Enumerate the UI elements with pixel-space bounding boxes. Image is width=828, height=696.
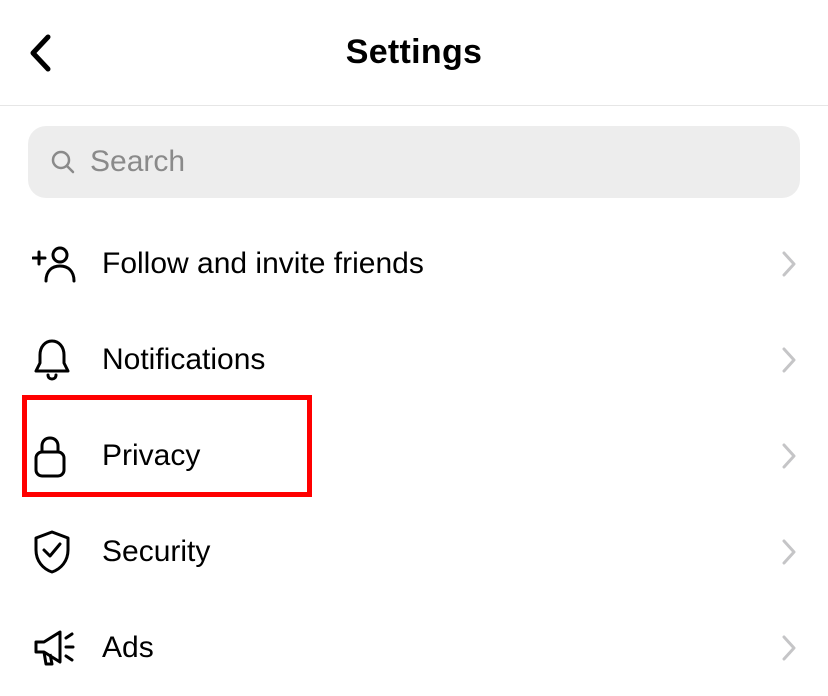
item-privacy[interactable]: Privacy (28, 408, 800, 504)
chevron-right-icon (782, 251, 796, 277)
item-label: Privacy (102, 439, 782, 473)
item-ads[interactable]: Ads (28, 600, 800, 696)
lock-icon (32, 434, 68, 478)
search-field[interactable] (28, 126, 800, 198)
item-label: Ads (102, 631, 782, 665)
page-title: Settings (346, 33, 483, 72)
chevron-left-icon (27, 33, 53, 73)
item-label: Notifications (102, 343, 782, 377)
chevron-right-icon (782, 347, 796, 373)
item-label: Follow and invite friends (102, 247, 782, 281)
search-icon (50, 149, 76, 175)
search-input[interactable] (90, 145, 778, 179)
chevron-right-icon (782, 443, 796, 469)
header: Settings (0, 0, 828, 106)
chevron-right-icon (782, 539, 796, 565)
content: Follow and invite friends Notifications … (0, 106, 828, 696)
chevron-right-icon (782, 635, 796, 661)
bell-icon (32, 339, 72, 381)
back-button[interactable] (20, 33, 60, 73)
item-label: Security (102, 535, 782, 569)
item-notifications[interactable]: Notifications (28, 312, 800, 408)
shield-check-icon (32, 530, 72, 574)
item-follow-invite[interactable]: Follow and invite friends (28, 216, 800, 312)
item-security[interactable]: Security (28, 504, 800, 600)
megaphone-icon (32, 628, 76, 668)
add-person-icon (32, 245, 78, 283)
